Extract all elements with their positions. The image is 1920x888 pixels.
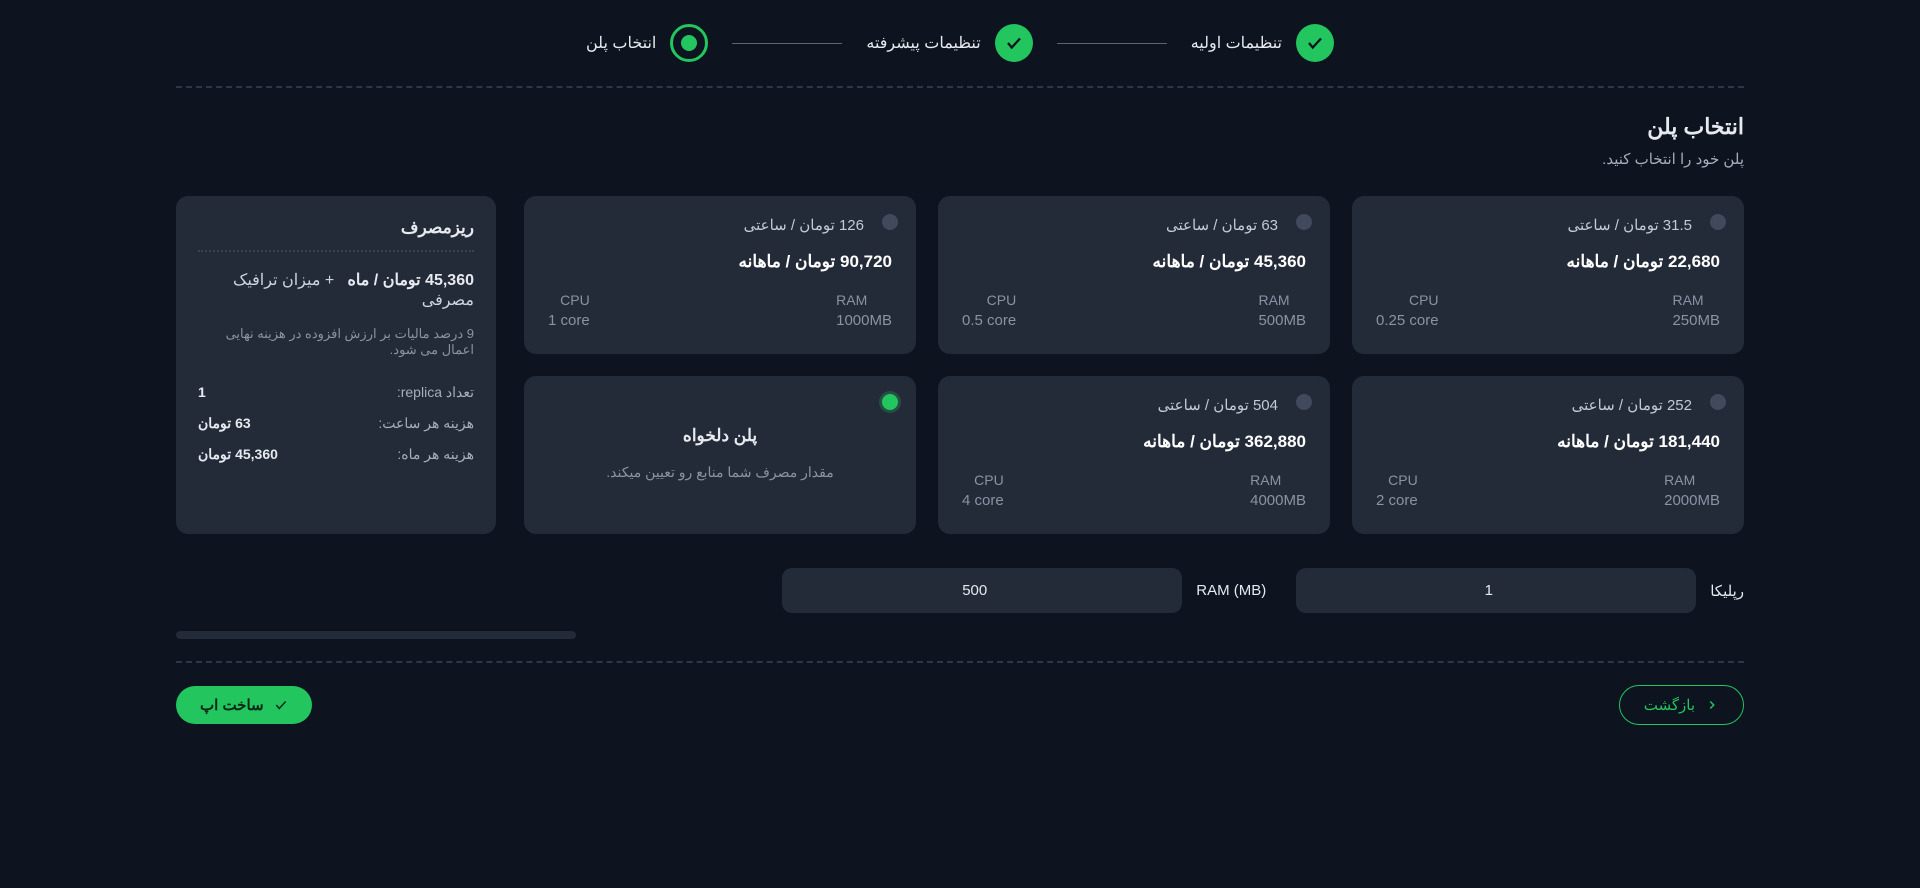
plan-ram-value: 250MB [1672, 312, 1720, 329]
radio-icon [882, 214, 898, 230]
plan-ram-value: 2000MB [1664, 492, 1720, 509]
summary-row-key: هزینه هر ساعت: [378, 415, 474, 432]
plan-ram-label: RAM [1258, 292, 1306, 308]
plan-hourly: 126 تومان / ساعتی [548, 216, 864, 234]
radio-icon [1710, 394, 1726, 410]
step-check-icon [1296, 24, 1334, 62]
plan-monthly: 181,440 تومان / ماهانه [1376, 432, 1720, 452]
summary-row-replica: تعداد replica: 1 [198, 384, 474, 401]
replica-label: رپلیکا [1710, 582, 1744, 600]
ram-input[interactable] [782, 568, 1182, 613]
plan-ram-label: RAM [1250, 472, 1306, 488]
radio-icon [882, 394, 898, 410]
plan-card-custom[interactable]: پلن دلخواه مقدار مصرف شما منابع رو تعیین… [524, 376, 916, 534]
plan-monthly: 45,360 تومان / ماهانه [962, 252, 1306, 272]
plan-cpu-label: CPU [1376, 472, 1418, 488]
step-current-icon [670, 24, 708, 62]
chevron-right-icon [1705, 698, 1719, 712]
plan-card-4[interactable]: 504 تومان / ساعتی 362,880 تومان / ماهانه… [938, 376, 1330, 534]
radio-icon [1296, 214, 1312, 230]
summary-row-key: هزینه هر ماه: [397, 446, 474, 463]
plan-cpu-label: CPU [1376, 292, 1439, 308]
plan-card-0[interactable]: 31.5 تومان / ساعتی 22,680 تومان / ماهانه… [1352, 196, 1744, 354]
step-plan: انتخاب پلن [586, 24, 708, 62]
plan-cpu-value: 1 core [548, 312, 590, 329]
plan-cpu-label: CPU [962, 292, 1016, 308]
step-initial: تنظیمات اولیه [1191, 24, 1334, 62]
plan-hourly: 252 تومان / ساعتی [1376, 396, 1692, 414]
step-check-icon [995, 24, 1033, 62]
plan-hourly: 504 تومان / ساعتی [962, 396, 1278, 414]
plan-ram-label: RAM [1672, 292, 1720, 308]
inputs-row: رپلیکا RAM (MB) [176, 568, 1744, 613]
summary-row-hour: هزینه هر ساعت: 63 تومان [198, 415, 474, 432]
plan-ram-value: 500MB [1258, 312, 1306, 329]
plan-hourly: 31.5 تومان / ساعتی [1376, 216, 1692, 234]
step-label: تنظیمات پیشرفته [866, 33, 980, 53]
summary-row-key: تعداد replica: [397, 384, 474, 401]
summary-card: ریزمصرف 45,360 تومان / ماه + میزان ترافی… [176, 196, 496, 534]
plan-ram-value: 4000MB [1250, 492, 1306, 509]
page-subtitle: پلن خود را انتخاب کنید. [176, 150, 1744, 168]
plan-monthly: 22,680 تومان / ماهانه [1376, 252, 1720, 272]
ram-label: RAM (MB) [1196, 582, 1266, 599]
step-separator [732, 43, 842, 44]
ram-field: RAM (MB) [782, 568, 1266, 613]
plan-monthly: 90,720 تومان / ماهانه [548, 252, 892, 272]
summary-row-val: 63 تومان [198, 415, 251, 432]
plan-ram-value: 1000MB [836, 312, 892, 329]
back-button[interactable]: بازگشت [1619, 685, 1744, 725]
plan-cpu-label: CPU [548, 292, 590, 308]
plan-card-2[interactable]: 126 تومان / ساعتی 90,720 تومان / ماهانه … [524, 196, 916, 354]
create-app-button[interactable]: ساخت اپ [176, 686, 312, 724]
plan-card-1[interactable]: 63 تومان / ساعتی 45,360 تومان / ماهانه R… [938, 196, 1330, 354]
plan-cpu-label: CPU [962, 472, 1004, 488]
plans-grid: 31.5 تومان / ساعتی 22,680 تومان / ماهانه… [524, 196, 1744, 534]
summary-main-price-value: 45,360 تومان / ماه [348, 272, 474, 289]
summary-row-val: 45,360 تومان [198, 446, 278, 463]
radio-icon [1296, 394, 1312, 410]
custom-plan-title: پلن دلخواه [548, 426, 892, 446]
plan-hourly: 63 تومان / ساعتی [962, 216, 1278, 234]
replica-field: رپلیکا [1296, 568, 1744, 613]
summary-tax-note: 9 درصد مالیات بر ارزش افزوده در هزینه نه… [198, 326, 474, 358]
step-label: انتخاب پلن [586, 33, 656, 53]
divider [176, 86, 1744, 88]
ram-slider[interactable] [176, 631, 576, 639]
stepper: تنظیمات اولیه تنظیمات پیشرفته انتخاب پلن [176, 24, 1744, 62]
step-advanced: تنظیمات پیشرفته [866, 24, 1032, 62]
step-separator [1057, 43, 1167, 44]
plan-cpu-value: 0.5 core [962, 312, 1016, 329]
footer: بازگشت ساخت اپ [176, 661, 1744, 725]
plan-cpu-value: 0.25 core [1376, 312, 1439, 329]
plan-cpu-value: 4 core [962, 492, 1004, 509]
custom-plan-desc: مقدار مصرف شما منابع رو تعیین میکند. [548, 460, 892, 485]
plan-card-3[interactable]: 252 تومان / ساعتی 181,440 تومان / ماهانه… [1352, 376, 1744, 534]
plan-ram-label: RAM [836, 292, 892, 308]
plan-monthly: 362,880 تومان / ماهانه [962, 432, 1306, 452]
back-button-label: بازگشت [1644, 696, 1695, 714]
summary-row-month: هزینه هر ماه: 45,360 تومان [198, 446, 474, 463]
page-title: انتخاب پلن [176, 114, 1744, 140]
summary-title: ریزمصرف [198, 218, 474, 238]
replica-input[interactable] [1296, 568, 1696, 613]
plan-cpu-value: 2 core [1376, 492, 1418, 509]
check-icon [274, 698, 288, 712]
radio-icon [1710, 214, 1726, 230]
create-app-button-label: ساخت اپ [200, 696, 264, 714]
plan-ram-label: RAM [1664, 472, 1720, 488]
summary-row-val: 1 [198, 384, 206, 401]
divider [198, 250, 474, 252]
step-label: تنظیمات اولیه [1191, 33, 1282, 53]
summary-main-price: 45,360 تومان / ماه + میزان ترافیک مصرفی [198, 270, 474, 310]
page-heading: انتخاب پلن پلن خود را انتخاب کنید. [176, 114, 1744, 168]
